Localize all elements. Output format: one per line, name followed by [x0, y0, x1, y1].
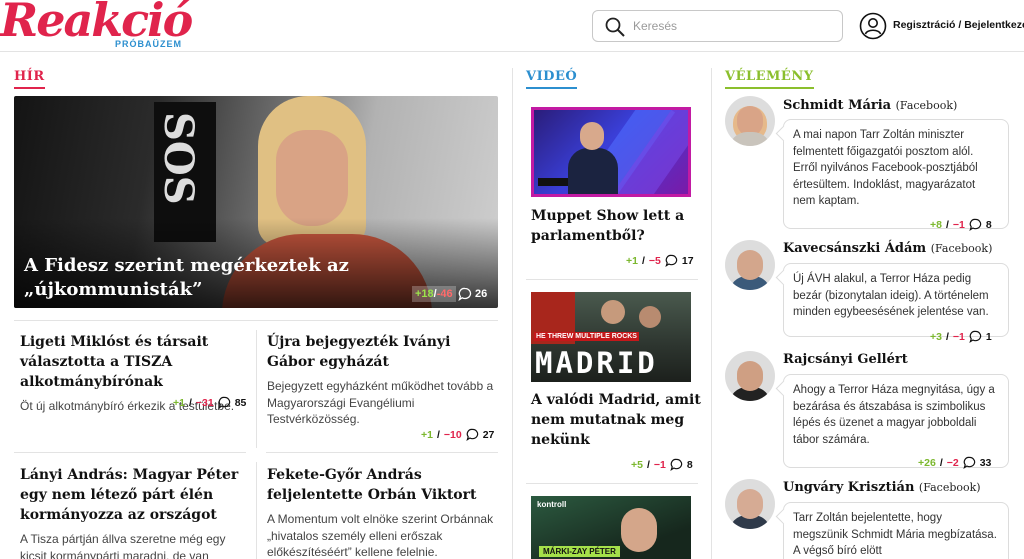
- video-thumbnail[interactable]: HE THREW MULTIPLE ROCKS MADRID: [531, 292, 691, 382]
- opinion-bubble[interactable]: A mai napon Tarr Zoltán miniszter felmen…: [783, 119, 1009, 229]
- upvote-count[interactable]: +1: [173, 397, 185, 409]
- author-name[interactable]: Kavecsánszki Ádám (Facebook): [783, 241, 992, 256]
- downvote-count[interactable]: −10: [444, 429, 462, 441]
- upvote-count[interactable]: +5: [631, 459, 643, 471]
- comment-count[interactable]: 85: [235, 397, 247, 409]
- article-meta: +1/−10 27: [421, 428, 495, 441]
- opinion-text: A mai napon Tarr Zoltán miniszter felmen…: [793, 129, 978, 207]
- video-title[interactable]: A valódi Madrid, amit nem mutatnak meg n…: [531, 390, 701, 450]
- author-name[interactable]: Ungváry Krisztián (Facebook): [783, 480, 981, 495]
- video-card[interactable]: Muppet Show lett a parlamentből?: [531, 206, 701, 246]
- video-thumbnail[interactable]: [531, 107, 691, 197]
- comment-icon[interactable]: [665, 254, 678, 267]
- author-source: (Facebook): [930, 242, 993, 255]
- downvote-count[interactable]: −5: [649, 255, 661, 267]
- avatar[interactable]: [725, 351, 775, 401]
- column-divider: [512, 68, 513, 559]
- author-source: (Facebook): [895, 99, 958, 112]
- comment-count[interactable]: 17: [682, 255, 694, 267]
- article-title[interactable]: Fekete-Győr András feljelentette Orbán V…: [267, 465, 495, 505]
- thumbnail-brand: kontroll: [537, 500, 567, 509]
- comment-icon[interactable]: [969, 218, 982, 231]
- section-title-opinion[interactable]: VÉLEMÉNY: [725, 69, 814, 89]
- thumbnail-caption: HE THREW MULTIPLE ROCKS: [534, 332, 639, 341]
- author-source: (Facebook): [918, 481, 981, 494]
- avatar[interactable]: [725, 479, 775, 529]
- upvote-count[interactable]: +1: [421, 429, 433, 441]
- video-thumbnail[interactable]: kontroll MÁRKI-ZAY PÉTER: [531, 496, 691, 559]
- article-lead: A Tisza pártján állva szeretne még egy k…: [20, 532, 226, 559]
- login-link[interactable]: Regisztráció / Bejelentkezés: [893, 19, 1024, 31]
- search-box[interactable]: [592, 10, 843, 42]
- upvote-count[interactable]: +1: [626, 255, 638, 267]
- upvote-count[interactable]: +18: [415, 288, 434, 300]
- comment-icon[interactable]: [466, 428, 479, 441]
- opinion-meta: +3/−1 1: [930, 330, 992, 343]
- video-title[interactable]: Muppet Show lett a parlamentből?: [531, 206, 701, 246]
- opinion-text: Ahogy a Terror Háza megnyitása, úgy a be…: [793, 384, 995, 446]
- comment-icon[interactable]: [670, 458, 683, 471]
- opinion-text: Új ÁVH alakul, a Terror Háza pedig bezár…: [793, 273, 989, 318]
- article-meta: +1/−31 85: [173, 396, 247, 409]
- downvote-count[interactable]: -46: [437, 288, 453, 300]
- article-lead: A Momentum volt elnöke szerint Orbánnak …: [267, 512, 494, 559]
- thumbnail-title: MADRID: [535, 346, 658, 380]
- downvote-count[interactable]: −1: [953, 331, 965, 343]
- downvote-count[interactable]: −31: [196, 397, 214, 409]
- avatar[interactable]: [725, 240, 775, 290]
- video-meta: +5/−1 8: [631, 458, 693, 471]
- opinion-meta: +8/−1 8: [930, 218, 992, 231]
- article-card[interactable]: Lányi András: Magyar Péter egy nem létez…: [20, 465, 245, 559]
- opinion-meta: +26/−2 33: [918, 456, 992, 469]
- comment-count[interactable]: 8: [687, 459, 693, 471]
- comment-icon[interactable]: [218, 396, 231, 409]
- comment-count[interactable]: 27: [483, 429, 495, 441]
- comment-icon[interactable]: [969, 330, 982, 343]
- video-card[interactable]: A valódi Madrid, amit nem mutatnak meg n…: [531, 390, 701, 450]
- upvote-count[interactable]: +3: [930, 331, 942, 343]
- downvote-count[interactable]: −1: [953, 219, 965, 231]
- opinion-bubble[interactable]: Ahogy a Terror Háza megnyitása, úgy a be…: [783, 374, 1009, 468]
- comment-count: 1: [985, 330, 992, 343]
- comment-icon[interactable]: [963, 456, 976, 469]
- user-icon[interactable]: [859, 12, 887, 40]
- author-name[interactable]: Schmidt Mária (Facebook): [783, 98, 957, 113]
- opinion-bubble[interactable]: Új ÁVH alakul, a Terror Háza pedig bezár…: [783, 263, 1009, 337]
- thumbnail-caption: MÁRKI-ZAY PÉTER: [539, 546, 620, 557]
- section-title-news[interactable]: HÍR: [14, 69, 45, 89]
- search-input[interactable]: [633, 11, 833, 41]
- opinion-bubble[interactable]: Tarr Zoltán bejelentette, hogy megszünik…: [783, 502, 1009, 559]
- hero-title[interactable]: A Fidesz szerint megérkeztek az „újkommu…: [24, 254, 464, 302]
- article-lead: Bejegyzett egyházként működhet tovább a …: [267, 379, 494, 426]
- hero-votes: +18/-46: [412, 286, 456, 302]
- logo-subtitle: PRÓBAÜZEM: [115, 39, 182, 49]
- article-title[interactable]: Lányi András: Magyar Péter egy nem létez…: [20, 465, 245, 525]
- column-divider: [711, 68, 712, 559]
- upvote-count[interactable]: +8: [930, 219, 942, 231]
- downvote-count[interactable]: −2: [947, 457, 959, 469]
- comment-icon: [458, 287, 472, 301]
- article-title[interactable]: Újra bejegyezték Iványi Gábor egyházát: [267, 332, 495, 372]
- avatar[interactable]: [725, 96, 775, 146]
- hero-comments[interactable]: 26: [458, 287, 487, 301]
- section-title-video[interactable]: VIDEÓ: [526, 69, 578, 89]
- downvote-count[interactable]: −1: [654, 459, 666, 471]
- site-header: Reakció PRÓBAÜZEM Regisztráció / Bejelen…: [0, 0, 1024, 52]
- comment-count: 33: [979, 456, 992, 469]
- opinion-text: Tarr Zoltán bejelentette, hogy megszünik…: [793, 512, 997, 557]
- upvote-count[interactable]: +26: [918, 457, 936, 469]
- article-card[interactable]: Újra bejegyezték Iványi Gábor egyházát B…: [267, 332, 495, 428]
- author-name[interactable]: Rajcsányi Gellért: [783, 352, 908, 367]
- article-card[interactable]: Fekete-Győr András feljelentette Orbán V…: [267, 465, 495, 559]
- comment-count: 8: [985, 218, 992, 231]
- video-meta: +1/−5 17: [626, 254, 694, 267]
- article-title[interactable]: Ligeti Miklóst és társait választotta a …: [20, 332, 245, 392]
- search-icon: [605, 17, 625, 37]
